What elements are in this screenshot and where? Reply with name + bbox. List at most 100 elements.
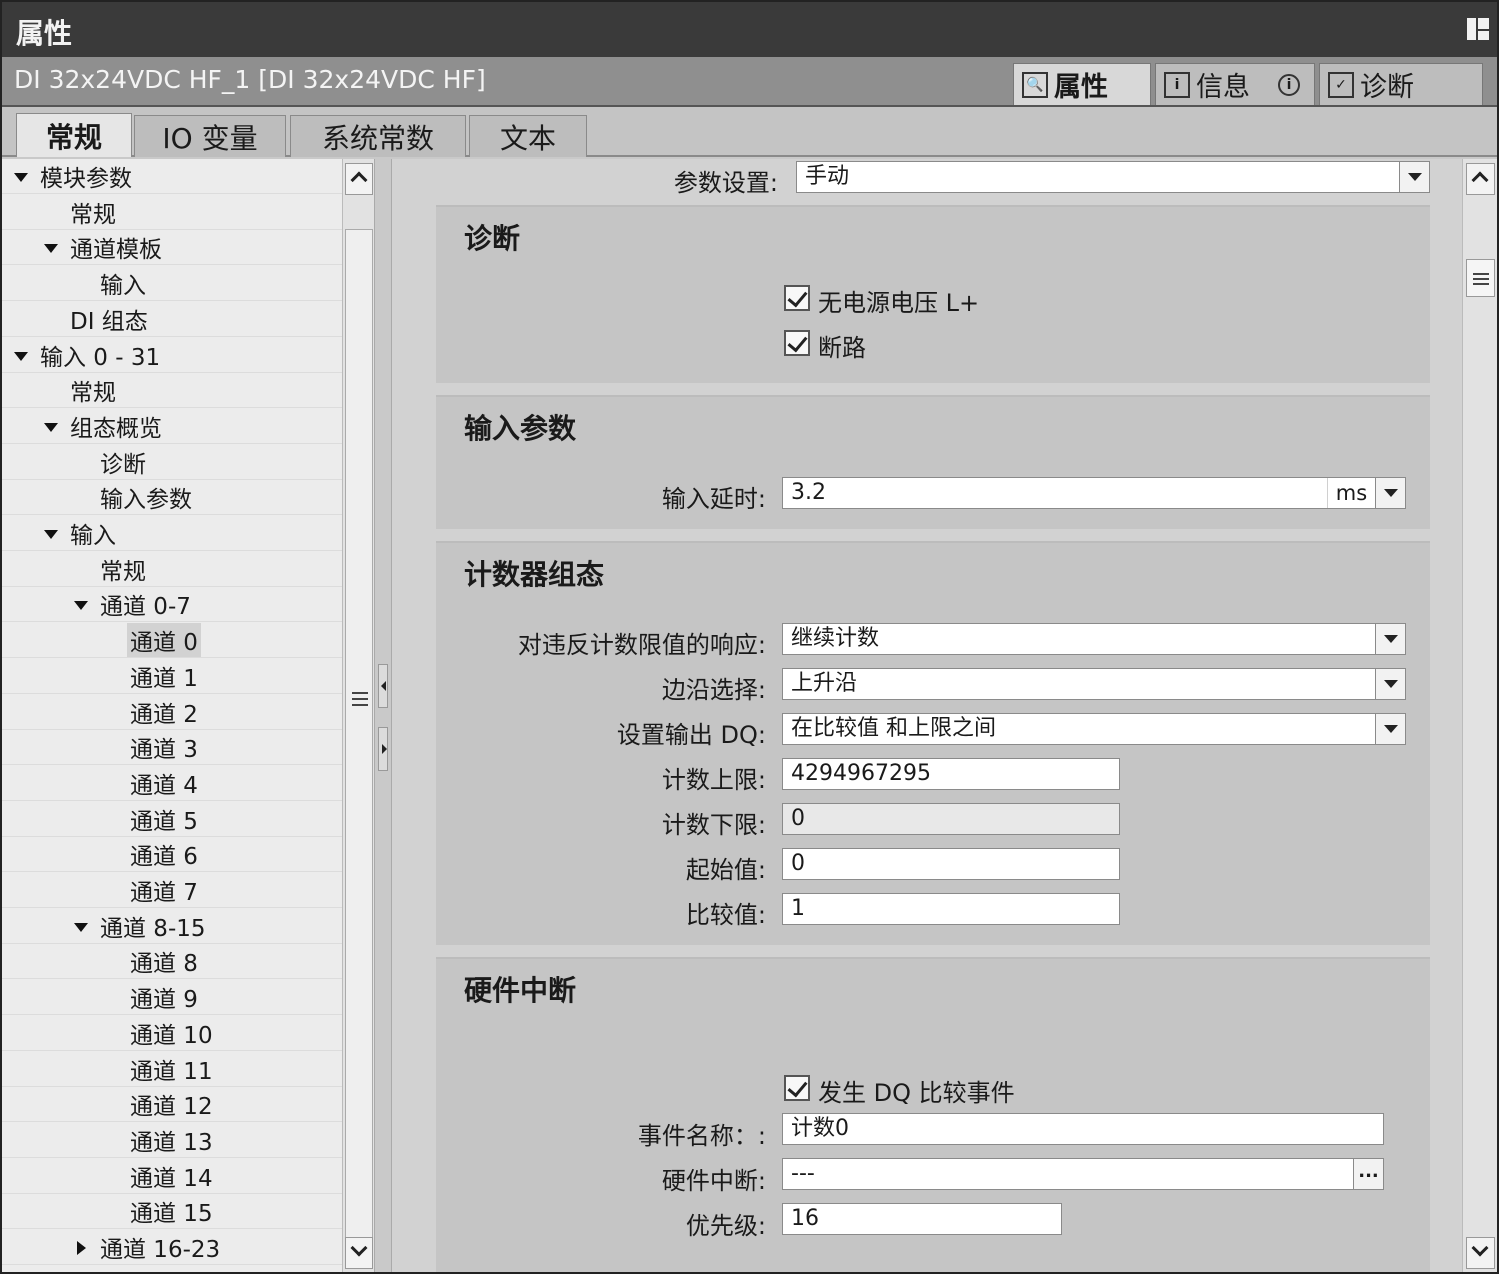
tree-item[interactable]: 常规 [2, 195, 342, 230]
scroll-thumb[interactable] [345, 229, 373, 1239]
expand-arrow-icon[interactable] [74, 601, 88, 611]
section-hw-interrupt-title: 硬件中断 [464, 974, 577, 1007]
tree-item[interactable]: 通道 2 [2, 695, 342, 730]
reaction-label: 对违反计数限值的响应: [517, 631, 766, 659]
tree-item[interactable]: 通道 7 [2, 873, 342, 908]
tree-item[interactable]: 通道 5 [2, 802, 342, 837]
expand-arrow-icon[interactable] [44, 422, 58, 432]
tree-item[interactable]: 通道 9 [2, 980, 342, 1016]
content-scroll-down-button[interactable] [1466, 1237, 1495, 1269]
scroll-up-button[interactable] [345, 163, 373, 195]
tree-item[interactable]: 诊断 [2, 445, 342, 480]
tree-item[interactable]: 通道 6 [2, 837, 342, 873]
reaction-select[interactable]: 继续计数 [782, 623, 1406, 655]
panel-title: 属性 [16, 17, 73, 50]
tree-item-label: 通道模板 [70, 237, 162, 264]
upper-limit-field[interactable]: 4294967295 [782, 758, 1120, 790]
dropdown-arrow-icon [1375, 669, 1405, 699]
dq-compare-event-checkbox[interactable] [784, 1075, 810, 1101]
info-list-icon: i [1164, 71, 1190, 98]
tree-item[interactable]: 常规 [2, 373, 342, 409]
section-counter-config-title: 计数器组态 [464, 558, 605, 591]
expand-arrow-icon[interactable] [14, 351, 28, 361]
content-scroll-up-button[interactable] [1466, 163, 1495, 195]
tree-scrollbar[interactable] [342, 159, 374, 1272]
tree-item[interactable]: DI 组态 [2, 302, 342, 337]
hw-interrupt-field[interactable]: --- ... [782, 1158, 1384, 1190]
tree-item[interactable]: 输入 [2, 516, 342, 551]
tree-item[interactable]: 通道 0 [2, 623, 342, 659]
tree-item[interactable]: 通道 1 [2, 659, 342, 694]
info-badge-icon: i [1278, 73, 1300, 96]
expand-arrow-icon[interactable] [44, 244, 58, 254]
section-input-params-title: 输入参数 [464, 412, 577, 445]
tree-item[interactable]: 通道 3 [2, 730, 342, 766]
tree-item[interactable]: 通道 8 [2, 944, 342, 980]
tree-item[interactable]: 常规 [2, 552, 342, 587]
tree-item[interactable]: 模块参数 [2, 159, 342, 194]
compare-value-field[interactable]: 1 [782, 893, 1120, 925]
tree-item-label: 组态概览 [70, 415, 162, 442]
navigation-tree: 模块参数 常规 通道模板 输入 DI 组态 输入 0 - 31 常规 组态概览 诊断 输入参数 输入… [2, 159, 342, 1272]
tree-item[interactable]: 通道 14 [2, 1159, 342, 1194]
tree-item[interactable]: 通道 12 [2, 1087, 342, 1123]
properties-icon: 🔍 [1022, 71, 1048, 98]
tree-item[interactable]: 通道 0-7 [2, 587, 342, 623]
tab-io-tags[interactable]: IO 变量 [134, 115, 286, 157]
content-scroll-thumb[interactable] [1466, 259, 1495, 297]
tree-item[interactable]: 通道 10 [2, 1016, 342, 1051]
tree-item[interactable]: 输入参数 [2, 480, 342, 516]
edge-select[interactable]: 上升沿 [782, 668, 1406, 700]
priority-label: 优先级: [685, 1212, 766, 1240]
wire-break-label: 断路 [818, 334, 866, 362]
expand-arrow-icon[interactable] [74, 922, 88, 932]
edge-select-label: 边沿选择: [661, 676, 766, 704]
priority-field[interactable]: 16 [782, 1203, 1062, 1235]
tree-item-label: 通道 10 [130, 1022, 213, 1049]
tree-item-label: 常规 [70, 380, 116, 407]
section-input-params: 输入参数 输入延时: 3.2 ms [436, 395, 1430, 529]
content-scrollbar[interactable] [1462, 159, 1497, 1272]
output-dq-label: 设置输出 DQ: [616, 721, 766, 749]
tree-item[interactable]: 组态概览 [2, 409, 342, 444]
tree-item[interactable]: 通道 16-23 [2, 1230, 342, 1265]
panel-splitter[interactable] [374, 159, 392, 1272]
start-value-label: 起始值: [685, 856, 766, 884]
tree-item[interactable]: 通道 11 [2, 1052, 342, 1087]
tab-general[interactable]: 常规 [16, 113, 132, 157]
tree-item[interactable]: 通道 15 [2, 1194, 342, 1230]
tree-item[interactable]: 输入 [2, 266, 342, 302]
tree-item[interactable]: 通道 8-15 [2, 909, 342, 944]
tab-info[interactable]: i 信息 i [1155, 63, 1315, 105]
tab-texts[interactable]: 文本 [469, 115, 587, 157]
output-dq-select[interactable]: 在比较值 和上限之间 [782, 713, 1406, 745]
no-supply-voltage-checkbox[interactable] [784, 285, 810, 311]
scroll-down-button[interactable] [345, 1237, 373, 1269]
param-setting-select[interactable]: 手动 [796, 161, 1430, 193]
dock-layout-icon[interactable] [1467, 18, 1489, 40]
start-value-field[interactable]: 0 [782, 848, 1120, 880]
wire-break-checkbox[interactable] [784, 330, 810, 356]
tree-item[interactable]: 通道 4 [2, 766, 342, 801]
tree-item-label: 通道 0-7 [100, 594, 191, 621]
expand-arrow-icon[interactable] [44, 530, 58, 539]
input-delay-unit: ms [1327, 478, 1375, 508]
tree-item[interactable]: 通道模板 [2, 230, 342, 266]
tab-diagnostics[interactable]: ✓ 诊断 [1319, 63, 1483, 105]
tree-item[interactable]: 输入 0 - 31 [2, 338, 342, 373]
event-name-field[interactable]: 计数0 [782, 1113, 1384, 1145]
expand-right-button[interactable] [378, 727, 388, 771]
tree-item[interactable]: 通道 13 [2, 1123, 342, 1158]
expand-arrow-icon[interactable] [14, 173, 28, 182]
collapse-left-button[interactable] [378, 664, 388, 708]
tab-properties[interactable]: 🔍 属性 [1013, 63, 1151, 105]
sub-tab-bar: 常规 IO 变量 系统常数 文本 [2, 107, 1497, 157]
input-delay-field[interactable]: 3.2 ms [782, 477, 1406, 509]
event-name-label: 事件名称：: [637, 1122, 766, 1150]
param-setting-value: 手动 [805, 164, 850, 189]
browse-button[interactable]: ... [1353, 1159, 1383, 1189]
tab-system-constants[interactable]: 系统常数 [290, 115, 466, 157]
object-bar: DI 32x24VDC HF_1 [DI 32x24VDC HF] 🔍 属性 i… [2, 57, 1497, 107]
tree-item-label: 模块参数 [40, 166, 132, 192]
collapse-arrow-icon[interactable] [77, 1241, 86, 1255]
